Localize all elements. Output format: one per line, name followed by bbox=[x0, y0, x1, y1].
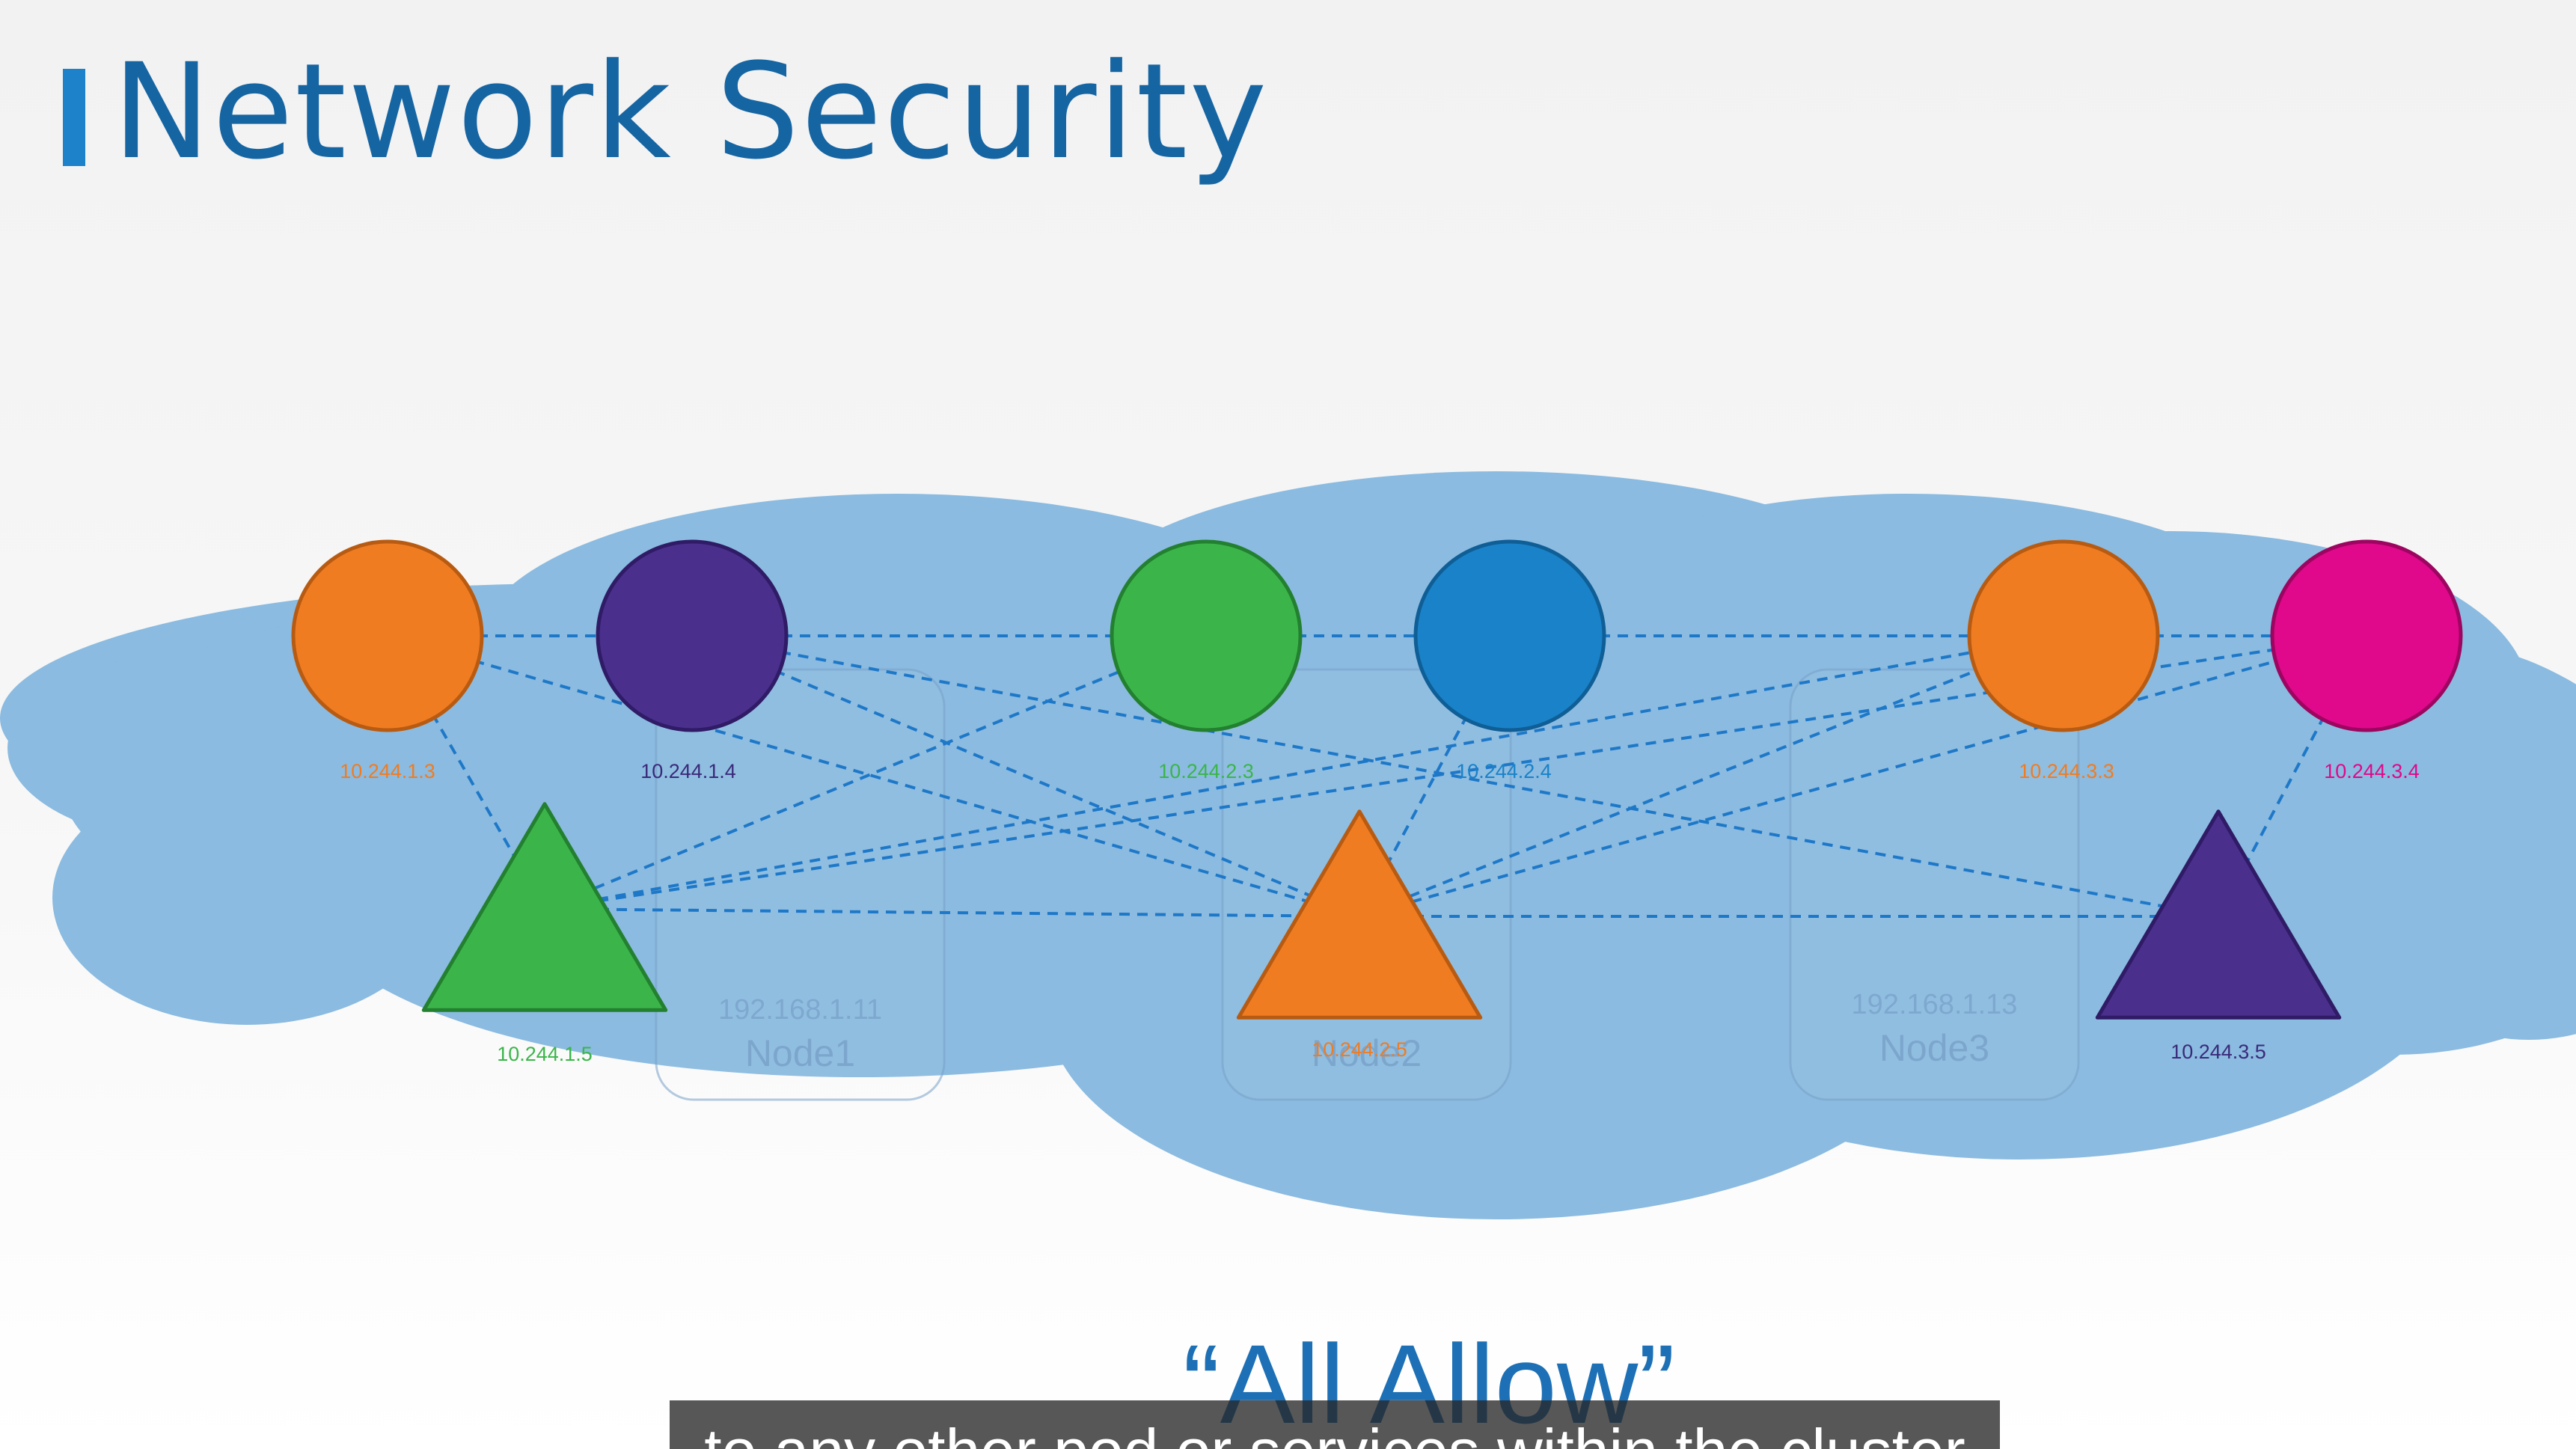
pod-circle bbox=[2270, 539, 2463, 732]
pod-ip-label: 10.244.3.4 bbox=[2324, 760, 2420, 782]
node-ip-label: 192.168.1.11 bbox=[718, 994, 882, 1026]
slide-title: Network Security bbox=[112, 35, 1269, 189]
subtitle-text: to any other pod or services within the … bbox=[670, 1414, 2000, 1449]
video-frame: 192.168.1.11 Node1 Node2 192.168.1.13 Node3 … bbox=[0, 0, 2576, 1449]
pod-ip-label: 10.244.2.3 bbox=[1158, 760, 1254, 782]
pod-circle bbox=[291, 539, 484, 732]
network-diagram: 192.168.1.11Node1 Node2192.168.1.13Node3 … bbox=[0, 471, 2576, 1219]
pod-circle bbox=[596, 539, 789, 732]
node-name-label: Node1 bbox=[745, 1032, 855, 1074]
pod-ip-label: 10.244.3.5 bbox=[2170, 1041, 2266, 1063]
node-name-label: Node3 bbox=[1879, 1027, 1989, 1069]
subtitle-box: to any other pod or services within the … bbox=[670, 1400, 2000, 1449]
title-accent-bar bbox=[63, 69, 85, 166]
pod-ip-label: 10.244.1.5 bbox=[497, 1043, 593, 1065]
pod-circle bbox=[1110, 539, 1303, 732]
pod-ip-label: 10.244.3.3 bbox=[2019, 760, 2114, 782]
pod-circle bbox=[1967, 539, 2160, 732]
pod-circle bbox=[1413, 539, 1606, 732]
pod-ip-label: 10.244.1.3 bbox=[340, 760, 435, 782]
pod-ip-label: 10.244.2.4 bbox=[1456, 760, 1552, 782]
node-ip-label: 192.168.1.13 bbox=[1852, 989, 2018, 1020]
pod-ip-label: 10.244.2.5 bbox=[1312, 1038, 1407, 1061]
pod-ip-label: 10.244.1.4 bbox=[640, 760, 736, 782]
